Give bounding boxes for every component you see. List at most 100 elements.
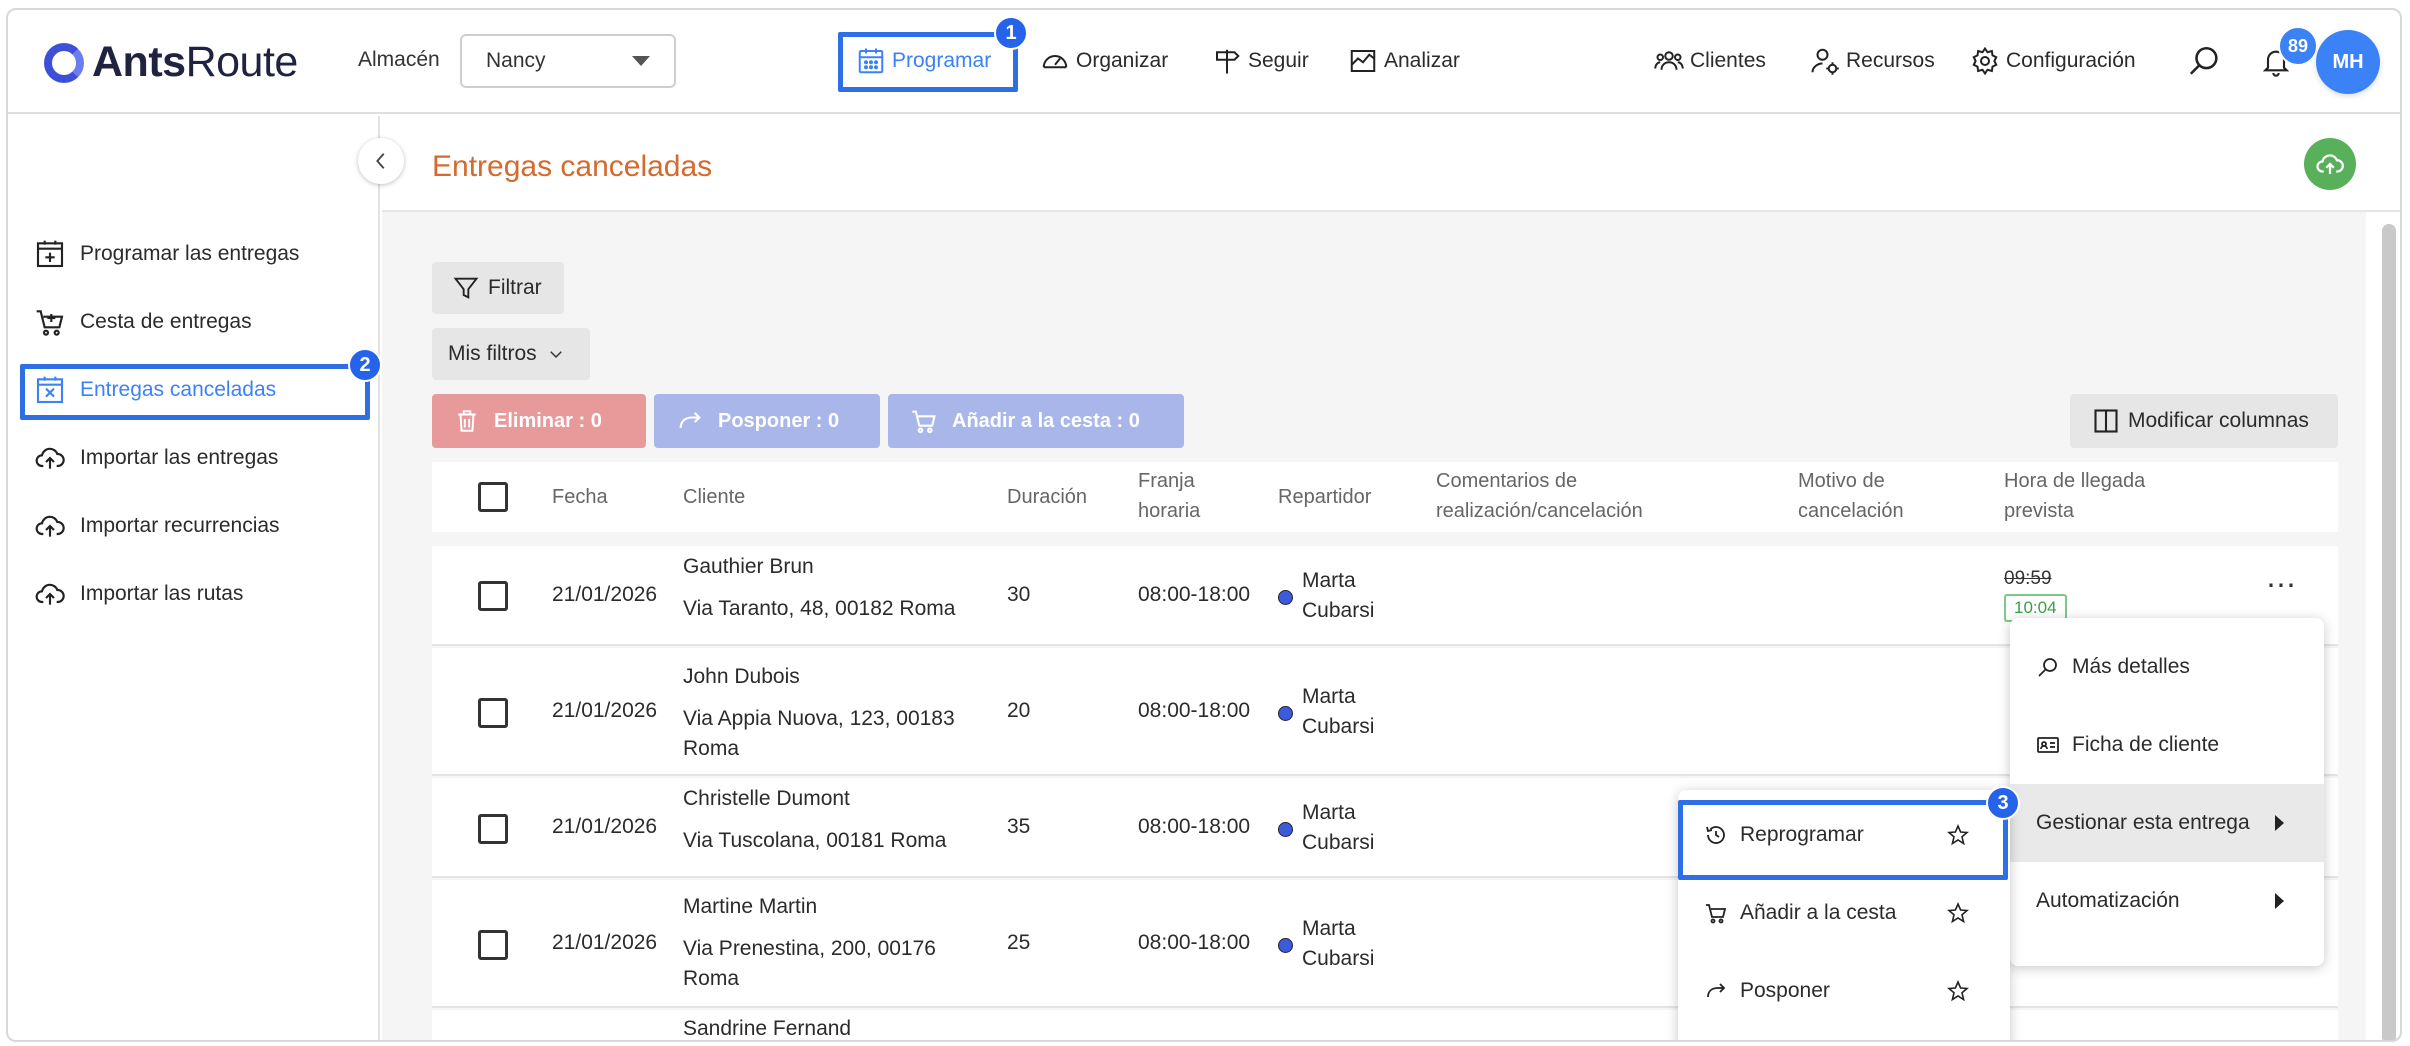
step-3-highlight — [1678, 800, 2008, 880]
warehouse-label: Almacén — [358, 48, 440, 71]
row-checkbox[interactable] — [478, 698, 508, 728]
sidebar-item-schedule-deliveries[interactable]: Programar las entregas — [34, 230, 299, 278]
driver-color-dot — [1278, 822, 1293, 837]
table-row[interactable]: Sandrine Fernand — [432, 1010, 2338, 1040]
row-checkbox[interactable] — [478, 814, 508, 844]
row-date: 21/01/2026 — [552, 931, 658, 954]
upload-button[interactable] — [2304, 138, 2356, 190]
row-address-line1: Via Appia Nuova, 123, 00183 — [683, 707, 955, 730]
row-driver-last: Cubarsi — [1302, 599, 1375, 622]
col-reason[interactable]: Motivo de cancelación — [1798, 466, 1904, 526]
row-address: Via Tuscolana, 00181 Roma — [683, 829, 947, 852]
warehouse-select[interactable]: Nancy — [460, 34, 676, 88]
user-gear-icon — [1811, 48, 1839, 75]
redo-arrow-icon — [1707, 983, 1726, 998]
nav-resources-label: Recursos — [1846, 49, 1935, 72]
col-reason-line2: cancelación — [1798, 500, 1904, 522]
avatar[interactable]: MH — [2316, 30, 2380, 94]
filter-icon — [453, 277, 479, 299]
nav-resources[interactable]: Recursos — [1810, 36, 1935, 86]
cloud-upload-icon — [35, 447, 65, 469]
col-comments[interactable]: Comentarios de realización/cancelación — [1436, 466, 1643, 526]
collapse-sidebar-button[interactable] — [358, 138, 404, 184]
menu-item-automation[interactable]: Automatización — [2010, 862, 2324, 940]
menu-item-add-to-basket[interactable]: Añadir a la cesta — [1678, 874, 2010, 952]
trash-icon — [458, 410, 476, 432]
select-all-checkbox[interactable] — [478, 482, 508, 512]
star-icon[interactable] — [1946, 979, 1970, 1003]
row-address-line2: Roma — [683, 967, 740, 990]
row-driver-first: Marta — [1302, 801, 1356, 824]
cart-icon — [36, 310, 64, 336]
delete-button[interactable]: Eliminar : 0 — [432, 394, 646, 448]
menu-item-postpone[interactable]: Posponer — [1678, 952, 2010, 1030]
search-button[interactable] — [2188, 36, 2222, 86]
caret-right-icon — [2275, 893, 2284, 909]
row-checkbox[interactable] — [478, 930, 508, 960]
driver-color-dot — [1278, 706, 1293, 721]
row-slot: 08:00-18:00 — [1138, 699, 1251, 722]
nav-track-label: Seguir — [1248, 49, 1309, 72]
modify-columns-button[interactable]: Modificar columnas — [2070, 394, 2338, 448]
nav-organize-label: Organizar — [1076, 49, 1169, 72]
cloud-upload-icon — [35, 515, 65, 537]
nav-track[interactable]: Seguir — [1212, 36, 1309, 86]
col-client[interactable]: Cliente — [683, 482, 745, 512]
nav-clients-label: Clientes — [1690, 49, 1766, 72]
columns-icon — [2094, 409, 2118, 433]
col-duration[interactable]: Duración — [1007, 482, 1087, 512]
col-date[interactable]: Fecha — [552, 482, 608, 512]
star-icon[interactable] — [1946, 901, 1970, 925]
col-eta[interactable]: Hora de llegada prevista — [2004, 466, 2145, 526]
nav-analyze[interactable]: Analizar — [1348, 36, 1460, 86]
sidebar-item-delivery-basket[interactable]: Cesta de entregas — [34, 298, 252, 346]
sidebar-item-label: Importar recurrencias — [80, 514, 280, 537]
sidebar-item-import-deliveries[interactable]: Importar las entregas — [34, 434, 278, 482]
row-actions-menu-button[interactable]: ⋯ — [2266, 568, 2298, 603]
postpone-button[interactable]: Posponer : 0 — [654, 394, 880, 448]
id-card-icon — [2037, 737, 2059, 753]
my-filters-button[interactable]: Mis filtros — [432, 328, 590, 380]
row-context-menu: Más detalles Ficha de cliente Gestionar … — [2010, 618, 2324, 966]
sidebar-item-import-recurrences[interactable]: Importar recurrencias — [34, 502, 280, 550]
nav-organize[interactable]: Organizar — [1040, 36, 1168, 86]
row-address: Via Taranto, 48, 00182 Roma — [683, 597, 956, 620]
row-driver-last: Cubarsi — [1302, 947, 1375, 970]
step-2-badge: 2 — [348, 348, 382, 382]
row-driver: Marta Cubarsi — [1302, 682, 1374, 742]
row-client: Christelle Dumont — [683, 787, 850, 810]
filter-button[interactable]: Filtrar — [432, 262, 564, 314]
menu-item-manage-delivery[interactable]: Gestionar esta entrega — [2010, 784, 2324, 862]
col-comments-line2: realización/cancelación — [1436, 500, 1643, 522]
menu-item-more-details[interactable]: Más detalles — [2010, 628, 2324, 706]
row-duration: 30 — [1007, 583, 1031, 606]
step-1-badge: 1 — [994, 16, 1028, 50]
col-slot[interactable]: Franja horaria — [1138, 466, 1200, 526]
row-date: 21/01/2026 — [552, 583, 658, 606]
speedometer-icon — [1042, 55, 1068, 69]
row-checkbox[interactable] — [478, 581, 508, 611]
row-date: 21/01/2026 — [552, 699, 658, 722]
row-client: Martine Martin — [683, 895, 818, 918]
col-eta-line1: Hora de llegada — [2004, 470, 2146, 492]
postpone-label: Posponer : 0 — [718, 409, 840, 432]
col-driver[interactable]: Repartidor — [1278, 482, 1371, 512]
search-icon — [2189, 46, 2218, 75]
driver-color-dot — [1278, 590, 1293, 605]
logo: AntsRoute — [44, 38, 298, 87]
col-comments-line1: Comentarios de — [1436, 470, 1578, 492]
delete-label: Eliminar : 0 — [494, 409, 602, 432]
nav-settings[interactable]: Configuración — [1970, 36, 2136, 86]
col-eta-line2: prevista — [2004, 500, 2075, 522]
sidebar-item-label: Importar las entregas — [80, 446, 279, 469]
row-address: Via Appia Nuova, 123, 00183 Roma — [683, 704, 955, 764]
nav-clients[interactable]: Clientes — [1654, 36, 1766, 86]
step-1-highlight — [838, 32, 1018, 92]
row-duration: 25 — [1007, 931, 1031, 954]
add-to-basket-label: Añadir a la cesta : 0 — [952, 409, 1140, 432]
menu-item-client-card[interactable]: Ficha de cliente — [2010, 706, 2324, 784]
scrollbar[interactable] — [2382, 224, 2396, 1040]
sidebar-item-import-routes[interactable]: Importar las rutas — [34, 570, 243, 618]
add-to-basket-button[interactable]: Añadir a la cesta : 0 — [888, 394, 1184, 448]
menu-item-label: Automatización — [2036, 889, 2180, 912]
